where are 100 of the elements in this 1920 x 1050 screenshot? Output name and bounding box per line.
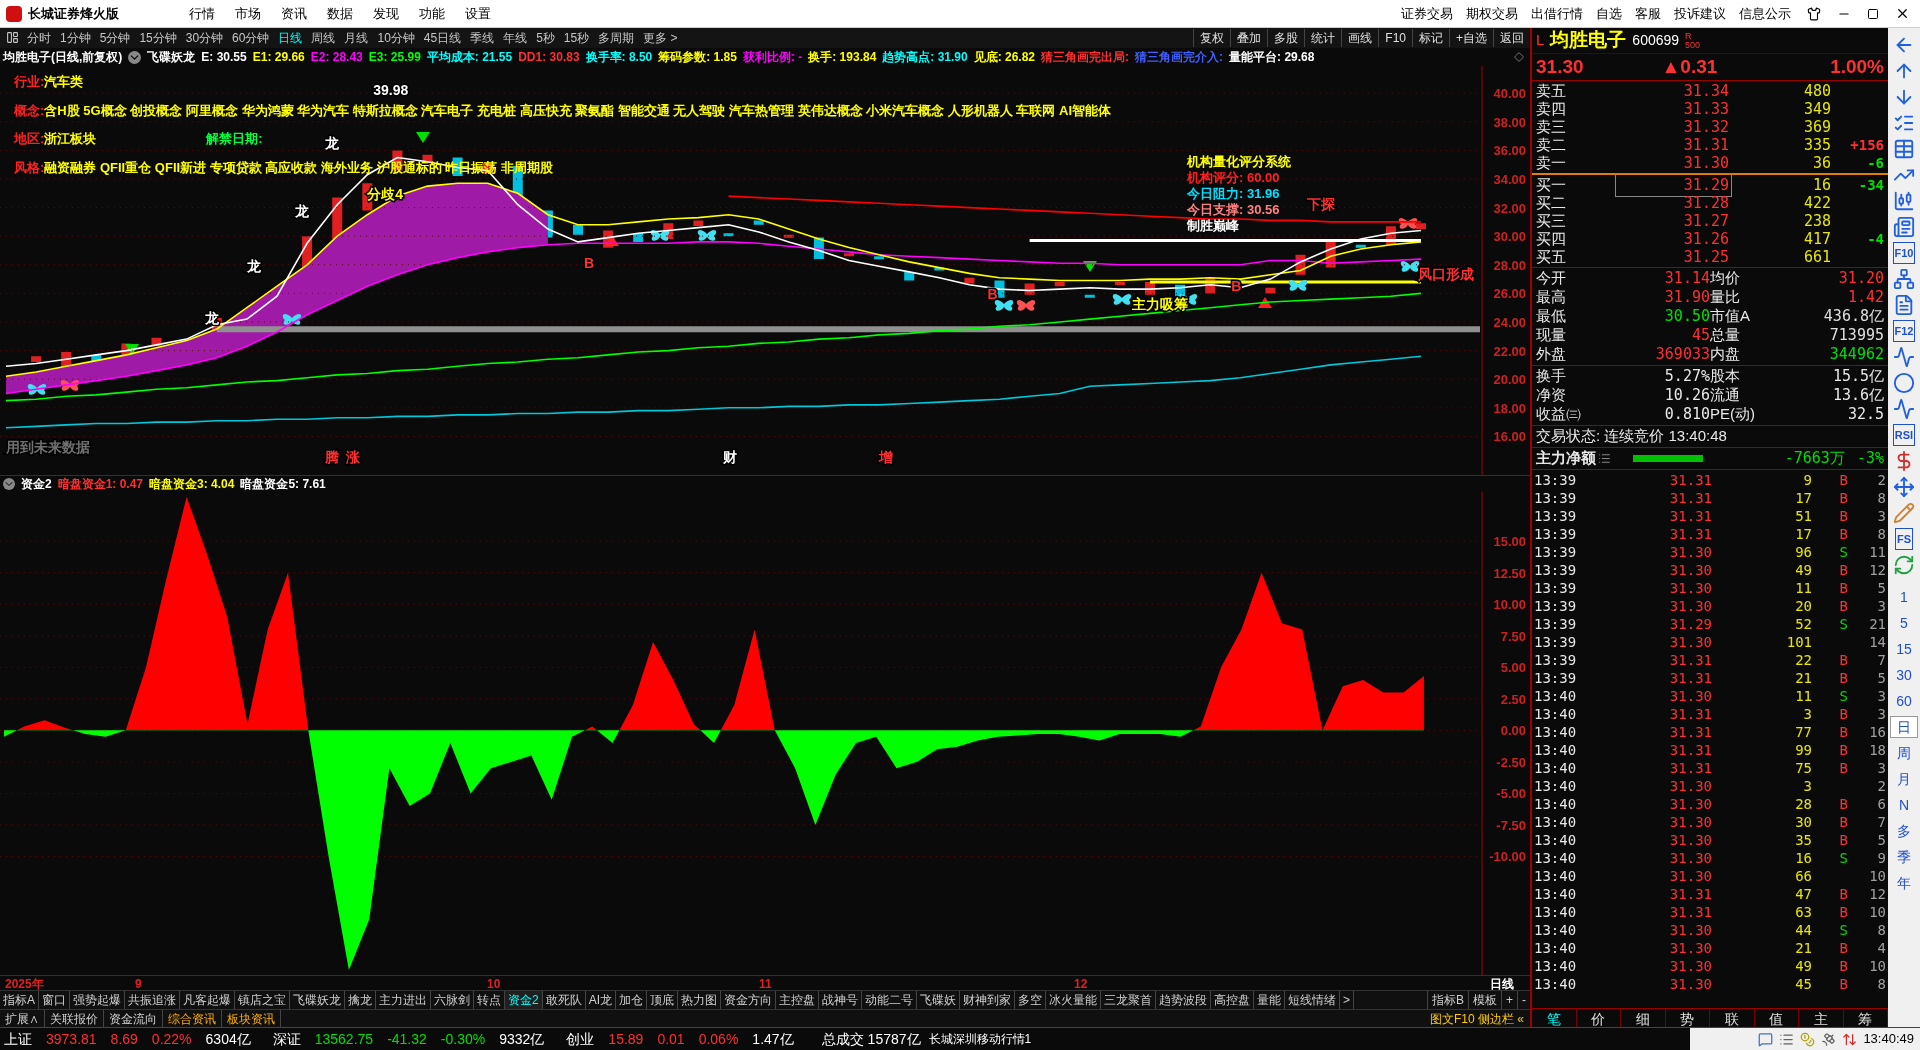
indicator-tab[interactable]: 资金2 xyxy=(505,991,543,1009)
menu-item[interactable]: 行情 xyxy=(189,3,215,24)
strip-period-button[interactable]: 周 xyxy=(1890,742,1918,764)
chart-tool-button[interactable]: 多股 xyxy=(1267,28,1305,47)
strip-button[interactable]: F12 xyxy=(1892,320,1916,342)
strip-period-button[interactable]: 日 xyxy=(1890,716,1918,738)
list-icon[interactable] xyxy=(1779,1031,1795,1047)
menu-item[interactable]: 发现 xyxy=(373,3,399,24)
chart-tool-button[interactable]: 复权 xyxy=(1193,28,1231,47)
maximize-icon[interactable] xyxy=(1867,7,1879,20)
strip-period-button[interactable]: N xyxy=(1890,794,1918,816)
trade-price: 31.30 xyxy=(1668,830,1712,850)
wave-icon[interactable] xyxy=(1893,398,1915,420)
top-link[interactable]: 客服 xyxy=(1635,3,1661,24)
indicator-readout: 平均成本: 21.55 xyxy=(426,49,513,66)
refresh-icon[interactable] xyxy=(1893,554,1915,576)
trade-side: B xyxy=(1839,669,1848,686)
trade-price: 31.31 xyxy=(1668,758,1712,778)
top-link[interactable]: 期权交易 xyxy=(1466,3,1518,24)
tree-icon[interactable] xyxy=(1893,268,1915,290)
strip-period-button[interactable]: 月 xyxy=(1890,768,1918,790)
dropdown-icon[interactable] xyxy=(128,50,142,64)
skin-icon[interactable] xyxy=(1807,6,1821,21)
period-tab[interactable]: 更多 > xyxy=(643,28,678,47)
period-tab[interactable]: 日线 xyxy=(278,28,303,47)
note-icon[interactable] xyxy=(1893,294,1915,316)
score-footer: 制胜巅峰 xyxy=(1187,218,1239,234)
indicator-readout: 趋势高点: 31.90 xyxy=(882,49,968,66)
strip-period-button[interactable]: 30 xyxy=(1890,664,1918,686)
strip-period-button[interactable]: 1 xyxy=(1890,586,1918,608)
index-amount: 1.47亿 xyxy=(752,1029,794,1049)
up-down-arrows-icon[interactable] xyxy=(1842,1031,1858,1047)
period-tab[interactable]: 10分钟 xyxy=(377,28,415,47)
list-icon[interactable] xyxy=(1598,452,1611,465)
menu-item[interactable]: 资讯 xyxy=(281,3,307,24)
chart-tool-button[interactable]: F10 xyxy=(1378,28,1412,47)
circle-icon[interactable] xyxy=(1893,372,1915,394)
period-tab[interactable]: 季线 xyxy=(470,28,495,47)
stat-value: 344962 xyxy=(1829,344,1884,366)
strip-period-button[interactable]: 60 xyxy=(1890,690,1918,712)
top-link[interactable]: 证券交易 xyxy=(1401,3,1453,24)
trade-time: 13:39 xyxy=(1533,560,1578,580)
menu-item[interactable]: 市场 xyxy=(235,3,261,24)
document-icon[interactable] xyxy=(1893,216,1915,238)
top-link[interactable]: 信息公示 xyxy=(1739,3,1791,24)
trade-time: 13:40 xyxy=(1533,920,1578,940)
period-tab[interactable]: 月线 xyxy=(344,28,369,47)
strip-period-button[interactable]: 年 xyxy=(1890,872,1918,894)
period-tab[interactable]: 年线 xyxy=(503,28,528,47)
chart-tool-button[interactable]: 叠加 xyxy=(1230,28,1268,47)
period-tab[interactable]: 多周期 xyxy=(598,28,635,47)
trade-side: B xyxy=(1839,705,1848,722)
period-tab[interactable]: 1分钟 xyxy=(60,28,91,47)
period-tab[interactable]: 5分钟 xyxy=(99,28,131,47)
strip-button[interactable]: RSI xyxy=(1892,424,1916,446)
message-icon[interactable] xyxy=(1758,1031,1774,1047)
candlestick-icon[interactable] xyxy=(1893,190,1915,212)
pencil-icon[interactable] xyxy=(1893,502,1915,524)
chart-tool-button[interactable]: 标记 xyxy=(1412,28,1449,47)
close-icon[interactable] xyxy=(1895,6,1910,21)
panel-toggle-icon[interactable] xyxy=(6,31,19,44)
menu-item[interactable]: 数据 xyxy=(327,3,353,24)
axis-label: 28.00 xyxy=(1493,257,1526,273)
chart-tool-button[interactable]: 统计 xyxy=(1304,28,1342,47)
chart-marker: 龙 xyxy=(246,257,261,274)
chart-tool-button[interactable]: +自选 xyxy=(1449,28,1493,47)
sidebar-link[interactable]: 图文F10 侧边栏 « xyxy=(1423,1009,1530,1028)
menu-item[interactable]: 设置 xyxy=(465,3,491,24)
period-tab[interactable]: 5秒 xyxy=(536,28,555,47)
top-link[interactable]: 出借行情 xyxy=(1531,3,1583,24)
trade-price: 31.31 xyxy=(1668,650,1712,670)
stat-value: 369033 xyxy=(1655,344,1710,366)
strip-period-button[interactable]: 5 xyxy=(1890,612,1918,634)
period-tab[interactable]: 45日线 xyxy=(423,28,462,47)
order-level-label: 买二 xyxy=(1535,192,1567,213)
top-link[interactable]: 投诉建议 xyxy=(1674,3,1726,24)
last-price: 31.30 xyxy=(1536,54,1584,79)
axis-label: 12.50 xyxy=(1493,565,1526,581)
menu-item[interactable]: 功能 xyxy=(419,3,445,24)
strip-button[interactable]: FS xyxy=(1894,528,1914,550)
satellite-icon[interactable] xyxy=(1821,1031,1837,1047)
period-tab[interactable]: 周线 xyxy=(311,28,336,47)
table-icon[interactable] xyxy=(1893,138,1915,160)
period-tab[interactable]: 30分钟 xyxy=(185,28,224,47)
period-tab[interactable]: 分时 xyxy=(27,28,51,47)
chart-tool-button[interactable]: 画线 xyxy=(1341,28,1379,47)
dropdown-icon[interactable] xyxy=(3,478,15,490)
period-tab[interactable]: 15秒 xyxy=(563,28,590,47)
index-percent: 0.22% xyxy=(151,1029,192,1049)
strip-button[interactable]: F10 xyxy=(1892,242,1916,264)
strip-period-button[interactable]: 多 xyxy=(1890,820,1918,842)
trade-time: 13:40 xyxy=(1533,776,1578,796)
trade-price: 31.30 xyxy=(1668,866,1712,886)
indicator-name: 飞碟妖龙 xyxy=(147,49,196,66)
strip-period-button[interactable]: 季 xyxy=(1890,846,1918,868)
period-tab[interactable]: 15分钟 xyxy=(139,28,177,47)
strip-period-button[interactable]: 15 xyxy=(1890,638,1918,660)
move-icon[interactable] xyxy=(1893,476,1915,498)
period-tab[interactable]: 60分钟 xyxy=(232,28,270,47)
top-link[interactable]: 自选 xyxy=(1596,3,1622,24)
